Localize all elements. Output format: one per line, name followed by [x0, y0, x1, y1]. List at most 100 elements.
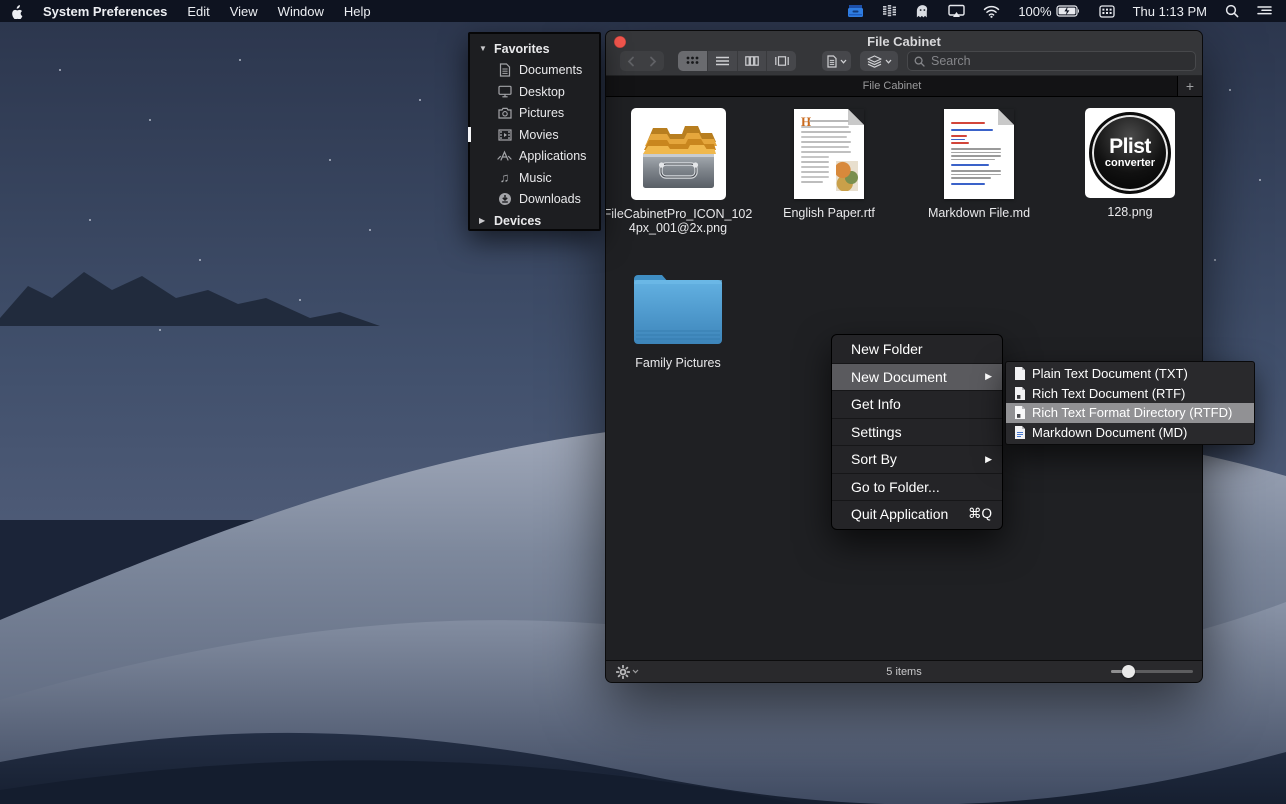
nav-buttons	[620, 51, 664, 71]
menu-help[interactable]: Help	[334, 0, 381, 22]
toolbar	[606, 50, 1202, 76]
group-dropdown[interactable]	[860, 51, 898, 71]
file-item-markdown[interactable]: Markdown File.md	[904, 108, 1054, 220]
submenu-item-rtfd[interactable]: Rich Text Format Directory (RTFD)	[1006, 403, 1254, 423]
file-name: English Paper.rtf	[783, 206, 875, 220]
file-item-english-paper[interactable]: H English Paper.rtf	[754, 108, 904, 220]
menu-app-name[interactable]: System Preferences	[33, 4, 177, 19]
thumbnail-photo	[836, 161, 858, 191]
back-button[interactable]	[620, 51, 642, 71]
tab-file-cabinet[interactable]: File Cabinet	[606, 76, 1178, 96]
document-icon	[497, 63, 512, 78]
menu-item-new-folder[interactable]: New Folder	[832, 336, 1002, 363]
search-input[interactable]	[929, 53, 1189, 69]
menu-item-sort-by[interactable]: Sort By ▶	[832, 445, 1002, 473]
item-action-dropdown[interactable]	[822, 51, 851, 71]
sidebar-item-label: Documents	[519, 63, 583, 78]
equalizer-icon	[883, 5, 897, 17]
menu-edit[interactable]: Edit	[177, 0, 219, 22]
submenu-arrow-icon: ▶	[985, 371, 992, 382]
sidebar-item-movies[interactable]: Movies	[470, 124, 599, 146]
view-columns-button[interactable]	[738, 51, 768, 71]
menu-clock[interactable]: Thu 1:13 PM	[1124, 0, 1216, 22]
view-gallery-button[interactable]	[767, 51, 796, 71]
wifi-menu-extra[interactable]	[974, 0, 1009, 22]
favorites-label: Favorites	[494, 41, 550, 56]
music-note-icon: ♫	[499, 170, 510, 186]
sidebar-section-devices[interactable]: ▶ Devices	[470, 210, 599, 232]
menu-item-quit-application[interactable]: Quit Application ⌘Q	[832, 500, 1002, 528]
applications-icon	[497, 149, 512, 164]
sidebar-item-desktop[interactable]: Desktop	[470, 81, 599, 103]
sidebar-item-pictures[interactable]: Pictures	[470, 103, 599, 125]
file-name: Markdown File.md	[927, 206, 1031, 220]
rich-text-directory-icon	[1015, 406, 1025, 420]
disclosure-down-icon[interactable]: ▼	[479, 44, 488, 53]
file-cabinet-icon	[848, 5, 864, 17]
sidebar-section-favorites[interactable]: ▼ Favorites	[470, 38, 599, 60]
menu-window[interactable]: Window	[268, 0, 334, 22]
menu-item-go-to-folder[interactable]: Go to Folder...	[832, 472, 1002, 501]
plist-badge-title: Plist	[1109, 135, 1151, 158]
search-field[interactable]	[907, 51, 1196, 71]
sidebar-item-label: Pictures	[519, 106, 565, 121]
rich-text-document-icon	[1015, 386, 1025, 400]
file-item-128-png[interactable]: Plist converter 128.png	[1055, 108, 1202, 219]
file-name: FileCabinetPro_ICON_1024px_001@2x.png	[605, 207, 753, 235]
sidebar-item-label: Desktop	[519, 84, 565, 99]
submenu-arrow-icon: ▶	[985, 453, 992, 464]
battery-status[interactable]: 100%	[1009, 0, 1089, 22]
spotlight-menu-extra[interactable]	[1216, 0, 1248, 22]
gear-icon	[616, 664, 630, 679]
menu-item-settings[interactable]: Settings	[832, 417, 1002, 446]
slider-thumb[interactable]	[1122, 665, 1135, 678]
title-bar[interactable]: File Cabinet	[606, 31, 1202, 50]
chevron-down-icon	[885, 59, 891, 64]
view-list-button[interactable]	[708, 51, 738, 71]
menu-item-get-info[interactable]: Get Info	[832, 390, 1002, 418]
sidebar-item-music[interactable]: ♫ Music	[470, 167, 599, 189]
calendar-menu-extra[interactable]	[1090, 0, 1124, 22]
menu-item-new-document[interactable]: New Document ▶	[832, 362, 1002, 390]
chevron-left-icon	[627, 56, 634, 66]
file-item-family-pictures[interactable]: Family Pictures	[606, 265, 753, 370]
submenu-item-rtf[interactable]: Rich Text Document (RTF)	[1006, 384, 1254, 404]
sidebar-item-label: Applications	[519, 149, 587, 164]
file-name: 128.png	[1107, 205, 1153, 219]
apple-icon	[12, 4, 23, 19]
icon-size-slider[interactable]	[1111, 665, 1193, 678]
airplay-menu-extra[interactable]	[939, 0, 974, 22]
file-item-filecabinet-png[interactable]: FileCabinetPro_ICON_1024px_001@2x.png	[605, 108, 753, 235]
menu-bar: System Preferences Edit View Window Help	[0, 0, 1286, 22]
submenu-item-md[interactable]: Markdown Document (MD)	[1006, 423, 1254, 443]
action-gear-dropdown[interactable]	[616, 664, 639, 679]
sidebar-item-label: Music	[519, 170, 552, 185]
equalizer-menu-extra[interactable]	[873, 0, 906, 22]
window-title: File Cabinet	[867, 34, 941, 49]
display-icon	[497, 84, 512, 99]
sidebar-item-documents[interactable]: Documents	[470, 60, 599, 82]
sidebar-item-downloads[interactable]: Downloads	[470, 189, 599, 211]
apple-menu[interactable]	[0, 0, 33, 22]
ghost-menu-extra[interactable]	[906, 0, 939, 22]
download-circle-icon	[497, 192, 512, 207]
search-icon	[914, 56, 925, 67]
sidebar-item-applications[interactable]: Applications	[470, 146, 599, 168]
file-cabinet-menu-extra[interactable]	[838, 0, 873, 22]
columns-view-icon	[745, 56, 759, 66]
disclosure-right-icon[interactable]: ▶	[479, 216, 488, 225]
forward-button[interactable]	[642, 51, 664, 71]
ghost-icon	[917, 4, 928, 17]
menu-view[interactable]: View	[220, 0, 268, 22]
menu-item-shortcut: ⌘Q	[967, 506, 992, 522]
wifi-icon	[984, 5, 1000, 18]
folder-icon	[628, 265, 728, 349]
tab-bar: File Cabinet +	[606, 76, 1202, 97]
search-icon	[1225, 4, 1239, 18]
sidebar-item-label: Downloads	[519, 192, 581, 207]
notification-center-menu-extra[interactable]	[1248, 0, 1286, 22]
new-tab-button[interactable]: +	[1177, 76, 1202, 96]
view-grid-button[interactable]	[678, 51, 708, 71]
file-thumbnail: H	[794, 109, 864, 199]
submenu-item-txt[interactable]: Plain Text Document (TXT)	[1006, 364, 1254, 384]
